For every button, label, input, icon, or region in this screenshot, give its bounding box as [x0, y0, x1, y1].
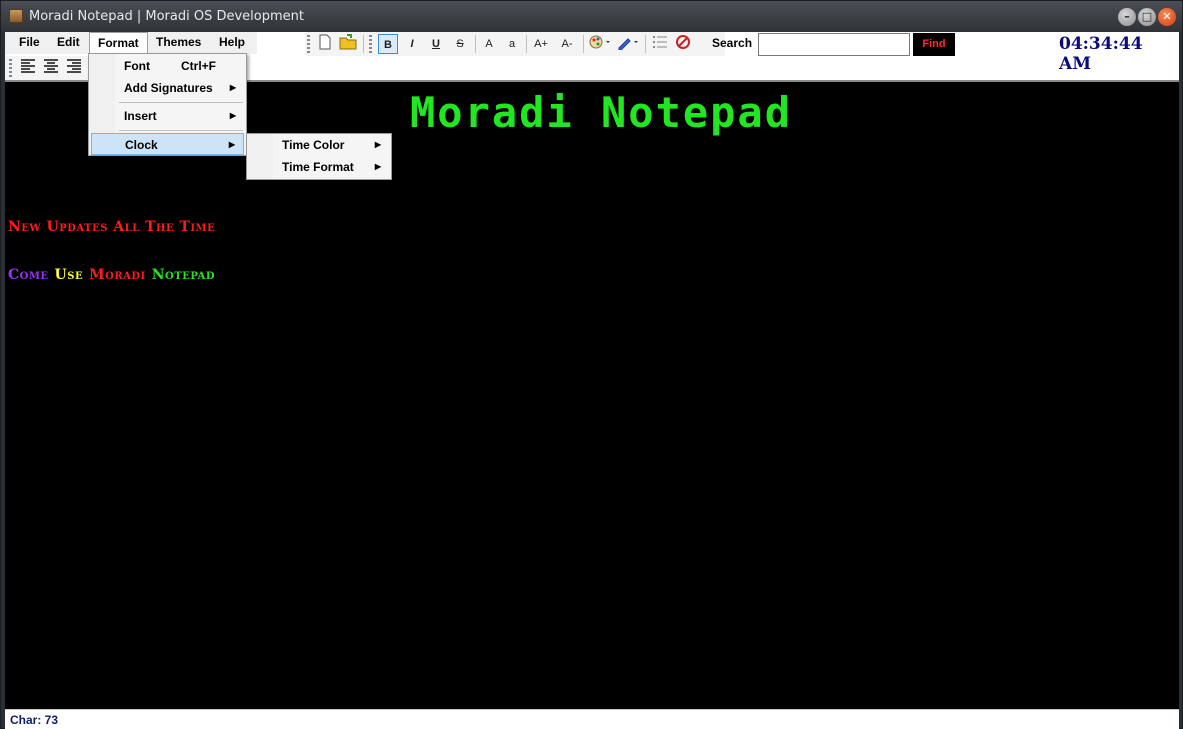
- align-left-icon[interactable]: [18, 58, 38, 78]
- align-center-icon[interactable]: [41, 58, 61, 78]
- menu-item-clock-label: Clock: [125, 138, 158, 152]
- uppercase-button[interactable]: A: [479, 34, 499, 54]
- strikethrough-button[interactable]: S: [450, 34, 470, 54]
- menu-edit[interactable]: Edit: [49, 32, 88, 53]
- menu-item-font[interactable]: Font Ctrl+F: [91, 55, 244, 77]
- window-title: Moradi Notepad | Moradi OS Development: [29, 9, 304, 24]
- find-button[interactable]: Find: [913, 33, 955, 56]
- menu-separator: [119, 130, 243, 131]
- submenu-arrow-icon: ▶: [229, 111, 236, 120]
- lowercase-button[interactable]: a: [502, 34, 522, 54]
- color-palette-icon[interactable]: [587, 34, 613, 54]
- toolbar-divider: [475, 35, 476, 53]
- toolbar-grip[interactable]: [369, 35, 372, 53]
- submenu-arrow-icon: ▶: [228, 140, 235, 149]
- submenu-arrow-icon: ▶: [374, 140, 381, 149]
- menu-item-insert-label: Insert: [124, 109, 157, 123]
- search-input[interactable]: [758, 33, 910, 56]
- word-moradi: Moradi: [89, 267, 146, 283]
- menu-item-font-label: Font: [124, 59, 150, 73]
- toolbar-divider: [526, 35, 527, 53]
- underline-button[interactable]: U: [426, 34, 446, 54]
- text-editor[interactable]: Moradi Notepad New Updates All The Time …: [5, 80, 1179, 709]
- alignment-toolbar: [5, 56, 95, 80]
- status-bar: Char: 73: [5, 709, 1179, 729]
- font-shortcut: Ctrl+F: [180, 59, 216, 73]
- menu-item-time-color-label: Time Color: [282, 138, 345, 152]
- toolbar-divider: [583, 35, 584, 53]
- highlight-pen-icon[interactable]: [615, 34, 641, 54]
- title-bar[interactable]: Moradi Notepad | Moradi OS Development –…: [1, 1, 1182, 32]
- editor-heading: Moradi Notepad: [410, 88, 793, 137]
- word-notepad: Notepad: [151, 267, 216, 283]
- menu-item-insert[interactable]: Insert ▶: [91, 105, 244, 127]
- menu-item-time-format-label: Time Format: [282, 160, 354, 174]
- menu-item-time-color[interactable]: Time Color ▶: [249, 134, 389, 156]
- bold-button[interactable]: B: [378, 34, 398, 54]
- align-right-icon[interactable]: [64, 58, 84, 78]
- format-toolbar: B I U S A a A+ A-: [305, 32, 725, 56]
- editor-line-updates: New Updates All The Time: [8, 219, 216, 235]
- menu-help[interactable]: Help: [211, 32, 253, 53]
- char-count: Char: 73: [10, 713, 59, 727]
- menu-item-clock[interactable]: Clock ▶: [91, 133, 244, 155]
- submenu-arrow-icon: ▶: [229, 83, 236, 92]
- toolbar-divider: [645, 35, 646, 53]
- clock-submenu: Time Color ▶ Time Format ▶: [246, 133, 392, 180]
- format-menu-dropdown: Font Ctrl+F Add Signatures ▶ Insert ▶ Cl…: [88, 53, 247, 156]
- menu-item-add-signatures-label: Add Signatures: [124, 81, 213, 95]
- menu-separator: [119, 102, 243, 103]
- app-icon: [9, 9, 23, 23]
- editor-line-come-use: Come Use Moradi Notepad: [8, 267, 221, 283]
- menu-item-add-signatures[interactable]: Add Signatures ▶: [91, 77, 244, 99]
- toolbar-grip[interactable]: [307, 35, 310, 53]
- italic-button[interactable]: I: [402, 34, 422, 54]
- open-folder-icon[interactable]: [338, 34, 358, 54]
- maximize-button[interactable]: □: [1138, 8, 1156, 26]
- close-button[interactable]: ✕: [1158, 8, 1176, 26]
- shrink-font-button[interactable]: A-: [557, 34, 577, 54]
- toolbar-divider: [363, 35, 364, 53]
- word-come: Come: [8, 267, 49, 283]
- notepad-window: Moradi Notepad | Moradi OS Development –…: [0, 0, 1183, 729]
- clock-display: 04:34:44 AM: [1059, 34, 1143, 74]
- menu-format[interactable]: Format: [89, 32, 148, 53]
- toolbar-grip[interactable]: [9, 59, 12, 77]
- submenu-arrow-icon: ▶: [374, 162, 381, 171]
- new-document-icon[interactable]: [315, 34, 335, 54]
- word-use: Use: [54, 267, 84, 283]
- menu-item-time-format[interactable]: Time Format ▶: [249, 156, 389, 178]
- search-label: Search: [712, 36, 753, 50]
- menu-bar: File Edit Format Themes Help: [5, 32, 257, 54]
- menu-themes[interactable]: Themes: [148, 32, 209, 53]
- minimize-button[interactable]: –: [1118, 8, 1136, 26]
- list-icon[interactable]: [650, 34, 670, 54]
- clear-format-icon[interactable]: [673, 34, 693, 54]
- menu-file[interactable]: File: [11, 32, 48, 53]
- grow-font-button[interactable]: A+: [531, 34, 551, 54]
